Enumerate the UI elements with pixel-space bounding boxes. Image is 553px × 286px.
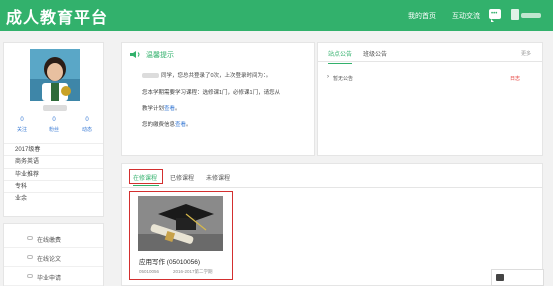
chevron-right-icon: › [327, 74, 329, 80]
announcement-panel: 站点公告 班级公告 更多 › 暂无公告 日志 [317, 42, 543, 156]
info-level: 专科 [4, 179, 103, 192]
courses-panel: 在修课程 已修课程 未修课程 应用写作 (05010056) 05010056 … [121, 163, 543, 286]
link-online-thesis[interactable]: 在线论文 [4, 249, 103, 267]
tab-pending-courses[interactable]: 未修课程 [206, 173, 230, 182]
active-tab-indicator [133, 185, 159, 186]
speaker-icon [130, 51, 140, 58]
stat-fans-label: 粉丝 [48, 127, 59, 133]
info-major: 商务英语 [4, 155, 103, 167]
stat-follow-label: 关注 [16, 127, 27, 133]
reminder-line1: 同学，您总共登录了0次，上次登录时间为：。 [161, 73, 272, 79]
stat-fans[interactable]: 0 粉丝 [42, 117, 66, 133]
masked-name [142, 73, 159, 78]
stat-follow[interactable]: 0 关注 [10, 117, 34, 133]
user-avatar[interactable] [511, 9, 519, 20]
announcement-tabs: 站点公告 班级公告 更多 [318, 43, 542, 64]
student-name [43, 105, 67, 111]
stat-activity[interactable]: 0 动态 [75, 117, 99, 133]
top-header: 成人教育平台 我的首页 互动交流 ••• [0, 0, 553, 31]
stat-activity-value: 0 [85, 117, 89, 123]
tab-class-announcement[interactable]: 班级公告 [363, 49, 387, 58]
info-grade: 2017级春 [4, 143, 103, 155]
reminder-login-info: 同学，您总共登录了0次，上次登录时间为：。 [142, 71, 271, 79]
student-photo [30, 49, 80, 101]
link-online-thesis-label: 在线论文 [37, 257, 62, 263]
link-icon [27, 255, 33, 259]
link-icon [27, 236, 33, 240]
reminder-panel: 温馨提示 同学，您总共登录了0次，上次登录时间为：。 您本学期需要学习课程：选修… [121, 42, 315, 156]
reminder-line2: 您本学期需要学习课程：选修课1门，必修课1门，请您从 [142, 90, 281, 96]
reminder-payment: 您的缴费信息查看。 [142, 120, 192, 128]
profile-stats: 0 关注 0 粉丝 0 动态 [4, 117, 103, 139]
view-payment-link[interactable]: 查看 [175, 122, 186, 128]
nav-home-link[interactable]: 我的首页 [408, 11, 436, 21]
stat-fans-value: 0 [52, 117, 56, 123]
course-card[interactable]: 应用写作 (05010056) 05010056 2016-2017第二学期 [129, 191, 233, 280]
floating-chat-widget[interactable] [491, 269, 544, 286]
link-graduation-apply[interactable]: 毕业申请 [4, 268, 103, 286]
info-type: 毕业推荐 [4, 167, 103, 180]
tab-completed-courses[interactable]: 已修课程 [170, 173, 194, 182]
reminder-plan: 教学计划查看。 [142, 104, 181, 112]
reminder-payment-suffix: 。 [186, 122, 192, 128]
link-online-payment-label: 在线缴费 [37, 238, 62, 244]
more-link[interactable]: 更多 [521, 50, 531, 57]
course-cover-image[interactable] [138, 196, 223, 251]
link-icon [27, 274, 33, 278]
announcement-item: 暂无公告 [333, 76, 354, 82]
view-plan-link[interactable]: 查看 [164, 106, 175, 112]
tab-current-courses[interactable]: 在修课程 [133, 173, 157, 182]
course-tabs: 在修课程 已修课程 未修课程 [122, 164, 542, 188]
nav-interact-link[interactable]: 互动交流 [452, 11, 480, 21]
link-online-payment[interactable]: 在线缴费 [4, 230, 103, 248]
stat-follow-value: 0 [20, 117, 24, 123]
profile-info-list: 2017级春 商务英语 毕业推荐 专科 业余 [4, 143, 103, 204]
chat-bubble-icon[interactable]: ••• [489, 9, 501, 22]
course-code: 05010056 [139, 269, 160, 274]
info-mode: 业余 [4, 192, 103, 204]
reminder-title: 温馨提示 [146, 52, 174, 59]
reminder-plan-suffix: 。 [175, 106, 181, 112]
site-title: 成人教育平台 [6, 10, 109, 27]
user-name[interactable] [521, 13, 541, 18]
course-term: 2016-2017第二学期 [173, 269, 213, 274]
message-icon [496, 274, 504, 281]
profile-panel: 0 关注 0 粉丝 0 动态 2017级春 商务英语 毕业推荐 专科 业余 [3, 42, 104, 217]
reminder-plan-prefix: 教学计划 [142, 106, 165, 112]
announcement-tag[interactable]: 日志 [510, 75, 520, 82]
quick-links-panel: 在线缴费 在线论文 毕业申请 [3, 223, 104, 286]
link-graduation-apply-label: 毕业申请 [37, 276, 62, 282]
course-title[interactable]: 应用写作 (05010056) [139, 256, 200, 266]
stat-activity-label: 动态 [81, 127, 92, 133]
reminder-payment-prefix: 您的缴费信息 [142, 122, 176, 128]
tab-site-announcement[interactable]: 站点公告 [328, 49, 353, 64]
